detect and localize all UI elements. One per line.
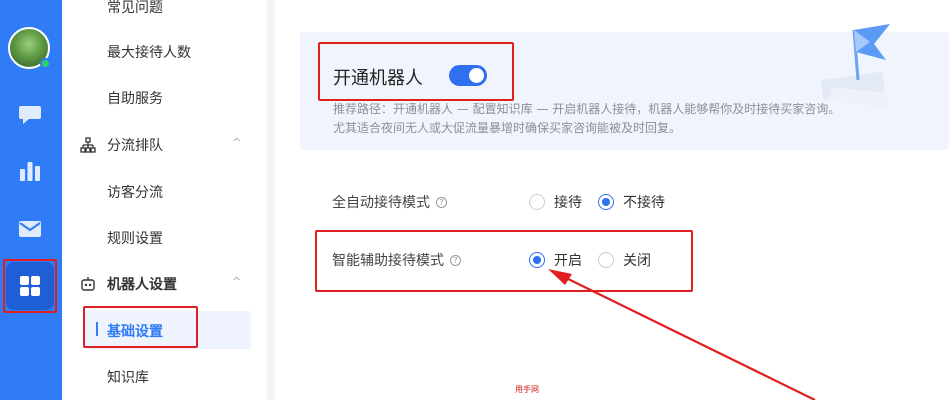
online-status-dot: [40, 58, 51, 69]
panel-divider: [267, 0, 275, 400]
stats-icon[interactable]: [14, 155, 46, 187]
radio-circle: [529, 194, 545, 210]
help-icon[interactable]: ?: [436, 196, 447, 208]
radio-label: 接待: [554, 195, 582, 211]
chevron-up-icon[interactable]: ^: [232, 136, 241, 149]
auto-mode-label: 全自动接待模式 ?: [332, 192, 447, 212]
robot-icon: [80, 276, 96, 292]
mail-icon[interactable]: [14, 213, 46, 245]
menu-item-self-service[interactable]: 自助服务: [107, 88, 163, 108]
annotation-box-toggle: [318, 42, 514, 101]
chevron-up-icon[interactable]: ^: [232, 275, 241, 288]
menu-item-max-reception[interactable]: 最大接待人数: [107, 42, 191, 62]
banner-desc-line2: 尤其适合夜间无人或大促流量暴增时确保买家咨询能被及时回复。: [333, 121, 682, 135]
chat-icon[interactable]: [14, 98, 46, 130]
radio-label: 不接待: [623, 195, 665, 211]
menu-item-rule-settings[interactable]: 规则设置: [107, 228, 163, 248]
menu-group-robot[interactable]: 机器人设置: [80, 274, 177, 294]
org-chart-icon: [80, 137, 96, 153]
menu-group-robot-label: 机器人设置: [107, 277, 177, 293]
annotation-box-basic-settings: [83, 306, 198, 348]
auto-mode-label-text: 全自动接待模式: [332, 195, 430, 211]
menu-item-knowledge-base[interactable]: 知识库: [107, 367, 149, 387]
icon-rail: [0, 0, 62, 400]
banner-desc-line1: 推荐路径：开通机器人 — 配置知识库 — 开启机器人接待，机器人能够帮你及时接待…: [333, 102, 841, 116]
menu-group-queue-label: 分流排队: [107, 138, 163, 154]
auto-mode-radio-off[interactable]: 不接待: [598, 192, 665, 212]
annotation-box-assist-mode: [315, 230, 693, 292]
menu-item-faq[interactable]: 常见问题: [107, 0, 163, 17]
radio-circle-checked: [598, 194, 614, 210]
watermark: 用手网: [515, 385, 539, 394]
menu-item-visitor-split[interactable]: 访客分流: [107, 182, 163, 202]
flag-illustration-icon: [821, 24, 890, 107]
annotation-box-apps: [3, 259, 57, 313]
auto-mode-radio-on[interactable]: 接待: [529, 192, 582, 212]
menu-group-queue[interactable]: 分流排队: [80, 135, 163, 155]
